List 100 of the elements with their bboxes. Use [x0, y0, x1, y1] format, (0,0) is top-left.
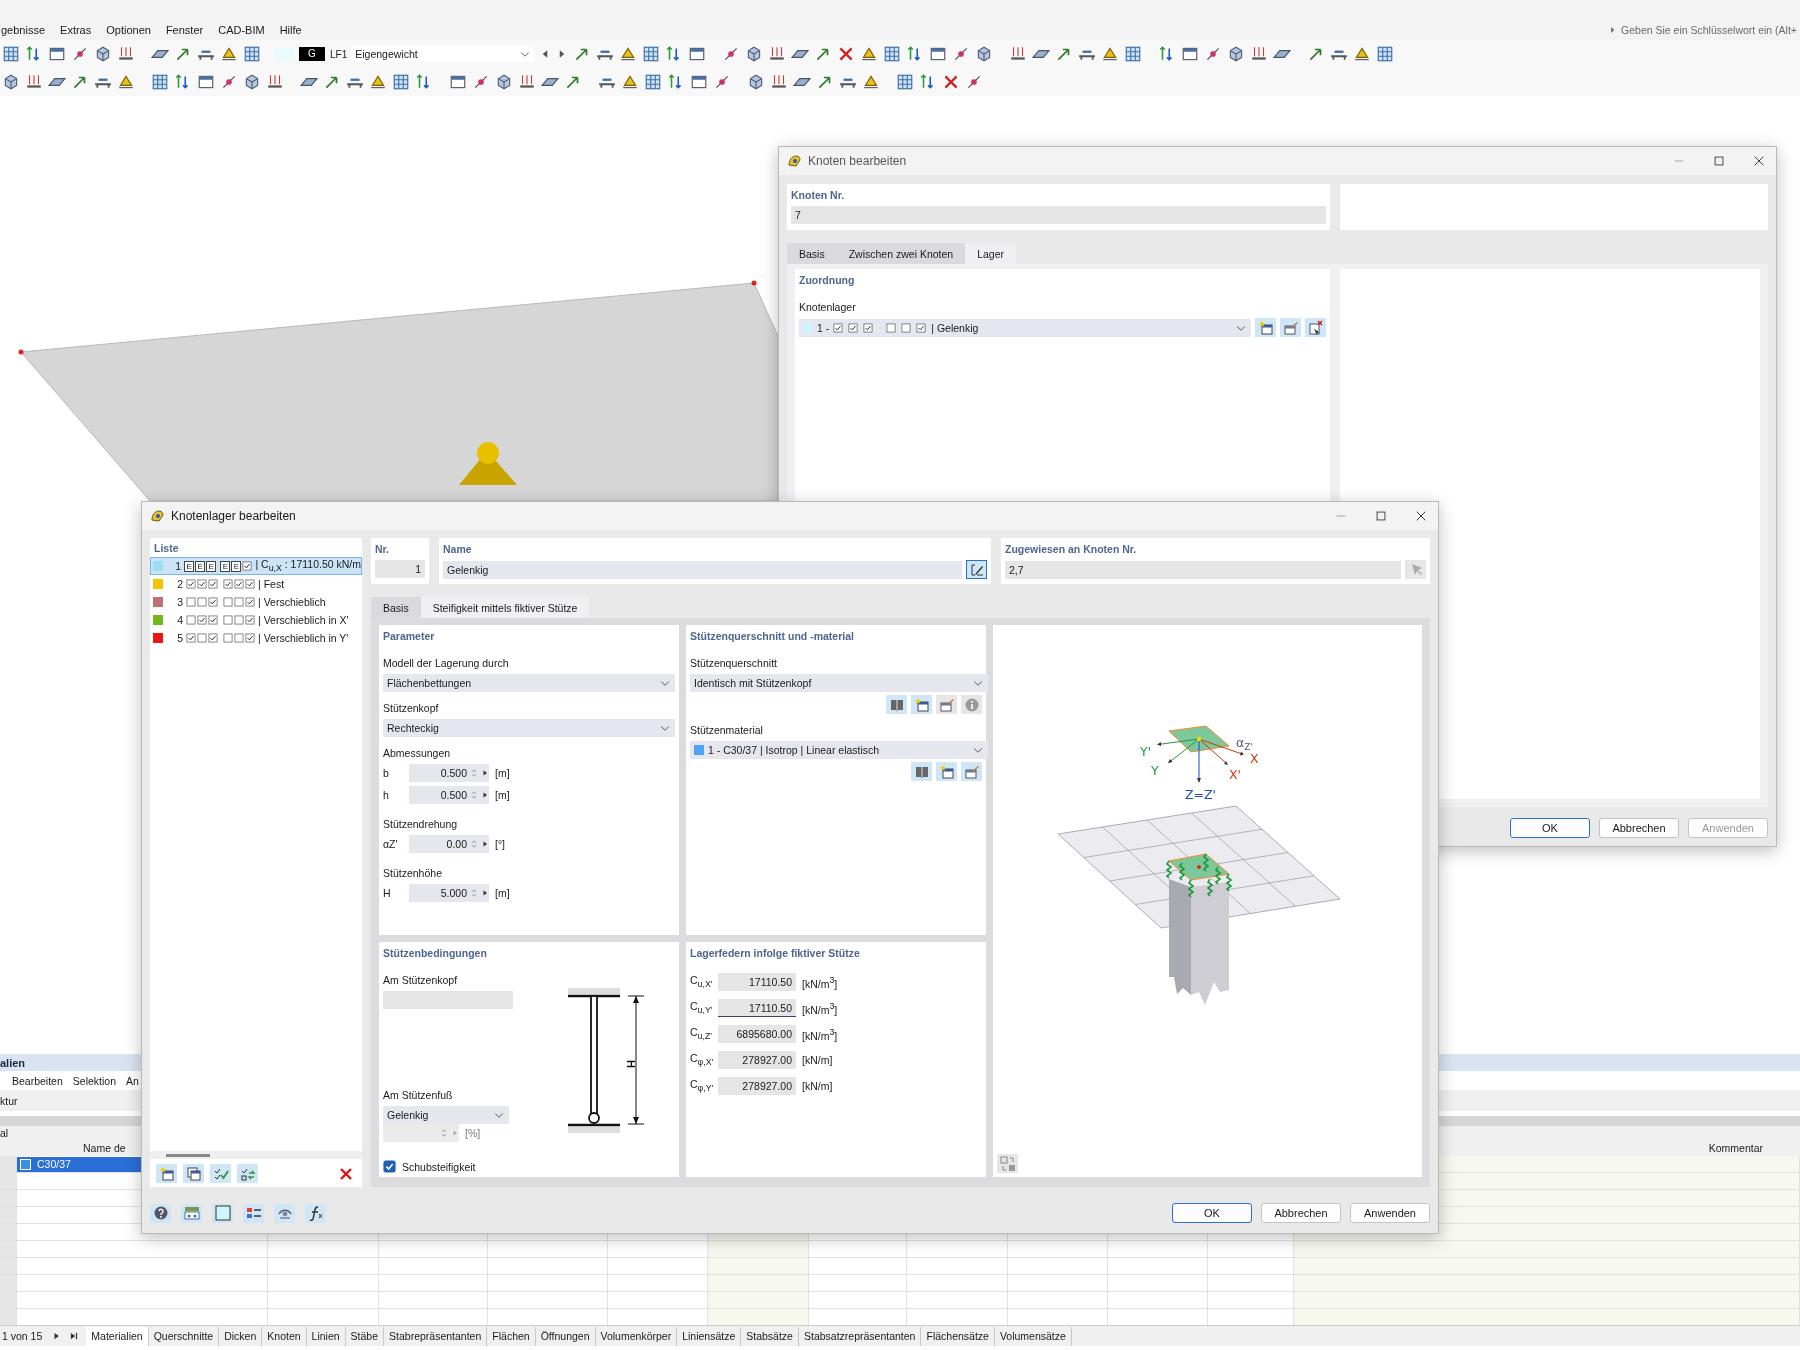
support-icon[interactable]: [860, 45, 879, 63]
number-field[interactable]: 5.000: [409, 884, 489, 902]
grid-icon[interactable]: [243, 45, 261, 63]
window-icon[interactable]: [449, 73, 467, 91]
menu-item[interactable]: Selektion: [72, 1074, 116, 1087]
grid-icon[interactable]: [392, 73, 410, 91]
load-case-dropdown[interactable]: Eigengewicht: [352, 46, 535, 62]
list-item[interactable]: 2 | Fest: [150, 575, 362, 593]
tab[interactable]: Basis: [787, 243, 837, 264]
dropdown[interactable]: Rechteckig: [383, 719, 675, 737]
delete-icon[interactable]: [337, 1165, 354, 1182]
dialog-button[interactable]: Abbrechen: [1599, 818, 1679, 838]
list-item[interactable]: 5 | Verschieblich in Y': [150, 629, 362, 647]
number-field[interactable]: 0.500: [409, 786, 489, 804]
input-field[interactable]: 17110.50: [718, 973, 796, 991]
cube-icon[interactable]: [94, 45, 112, 63]
grid-icon[interactable]: [896, 73, 914, 91]
menu-item[interactable]: Fenster: [165, 24, 212, 36]
maximize-icon[interactable]: [1712, 154, 1726, 168]
input-field[interactable]: 278927.00: [718, 1077, 796, 1095]
grid-icon[interactable]: [1124, 45, 1143, 63]
window-icon[interactable]: [690, 73, 708, 91]
load-icon[interactable]: [25, 73, 43, 91]
cube-icon[interactable]: [2, 73, 20, 91]
input-field[interactable]: 7: [791, 206, 1326, 224]
window-icon[interactable]: [688, 45, 707, 63]
sheet-tab[interactable]: Materialien: [86, 1326, 149, 1346]
node-icon[interactable]: [472, 73, 490, 91]
list-item[interactable]: 1 E E E E E | C$_{u,X}$ : 17110.50 kN/m: [150, 557, 362, 575]
support-icon[interactable]: [619, 45, 638, 63]
view-toggle-icon[interactable]: [999, 1155, 1016, 1172]
close-icon[interactable]: [1752, 154, 1766, 168]
node-icon[interactable]: [965, 73, 983, 91]
input-field[interactable]: 17110.50: [718, 999, 796, 1017]
list-item[interactable]: 3 | Verschieblich: [150, 593, 362, 611]
load-icon[interactable]: [768, 45, 787, 63]
support-icon[interactable]: [862, 73, 880, 91]
number-field[interactable]: 0.500: [409, 764, 489, 782]
window-icon[interactable]: [1181, 45, 1200, 63]
dropdown[interactable]: Gelenkig: [383, 1106, 509, 1124]
new-window-icon[interactable]: [1257, 319, 1274, 336]
dropdown[interactable]: Flächenbettungen: [383, 674, 675, 692]
dialog-button[interactable]: Abbrechen: [1261, 1203, 1341, 1223]
menu-item[interactable]: Bearbeiten: [12, 1074, 63, 1087]
dialog-button[interactable]: Anwenden: [1350, 1203, 1430, 1223]
new-window-icon[interactable]: [158, 1165, 175, 1182]
grid-icon[interactable]: [644, 73, 662, 91]
load-icon[interactable]: [770, 73, 788, 91]
menu-item[interactable]: Extras: [60, 24, 100, 36]
load-icon[interactable]: [518, 73, 536, 91]
function-icon[interactable]: [307, 1205, 324, 1221]
window-icon[interactable]: [929, 45, 948, 63]
support-icon[interactable]: [621, 73, 639, 91]
support-icon[interactable]: [1353, 45, 1372, 63]
dropdown[interactable]: 1 - C30/37 | Isotrop | Linear elastisch: [690, 741, 988, 759]
number-format-icon[interactable]: [183, 1205, 200, 1221]
menu-item[interactable]: Hilfe: [279, 24, 310, 36]
node-icon[interactable]: [713, 73, 731, 91]
new-window-icon[interactable]: [938, 763, 955, 780]
edit-icon[interactable]: [968, 561, 985, 578]
load-icon[interactable]: [266, 73, 284, 91]
grid-icon[interactable]: [2, 45, 20, 63]
load-icon[interactable]: [1250, 45, 1269, 63]
edit-window-icon[interactable]: [963, 763, 980, 780]
support-icon[interactable]: [220, 45, 238, 63]
support-icon[interactable]: [1101, 45, 1120, 63]
input-field[interactable]: Gelenkig: [443, 560, 962, 579]
ok-button[interactable]: OK: [1510, 818, 1590, 838]
search-field[interactable]: Geben Sie ein Schlüsselwort ein (Alt+: [1621, 24, 1797, 36]
support-icon[interactable]: [369, 73, 387, 91]
new-window-icon[interactable]: [913, 696, 930, 713]
checkbox-checked-icon[interactable]: [383, 1160, 396, 1173]
cube-icon[interactable]: [243, 73, 261, 91]
grid-icon[interactable]: [1376, 45, 1395, 63]
grid-icon[interactable]: [151, 73, 169, 91]
load-icon[interactable]: [1009, 45, 1028, 63]
menu-item[interactable]: CAD-BIM: [218, 24, 273, 36]
number-field[interactable]: 0.00: [409, 835, 489, 853]
input-field[interactable]: 6895680.00: [718, 1025, 796, 1043]
window-icon[interactable]: [48, 45, 66, 63]
menu-item[interactable]: gebnisse: [1, 24, 54, 36]
menu-item[interactable]: An: [126, 1074, 139, 1087]
grid-icon[interactable]: [642, 45, 661, 63]
scrollbar-thumb[interactable]: [166, 1153, 210, 1157]
tab[interactable]: Steifigkeit mittels fiktiver Stütze: [420, 597, 590, 618]
input-field[interactable]: 278927.00: [718, 1051, 796, 1069]
dropdown[interactable]: 1 - | Gelenkig: [799, 318, 1251, 337]
close-icon[interactable]: [1414, 509, 1428, 523]
list-item[interactable]: 4 | Verschieblich in X': [150, 611, 362, 629]
copy-icon[interactable]: [185, 1165, 202, 1182]
load-icon[interactable]: [117, 45, 135, 63]
table-icon[interactable]: [245, 1205, 262, 1221]
node-icon[interactable]: [220, 73, 238, 91]
cube-icon[interactable]: [747, 73, 765, 91]
last-icon[interactable]: [69, 1331, 80, 1341]
tab[interactable]: Zwischen zwei Knoten: [836, 243, 966, 264]
delete-icon[interactable]: [942, 73, 960, 91]
node-icon[interactable]: [71, 45, 89, 63]
ok-button[interactable]: OK: [1172, 1203, 1252, 1223]
tab[interactable]: Lager: [965, 243, 1016, 264]
